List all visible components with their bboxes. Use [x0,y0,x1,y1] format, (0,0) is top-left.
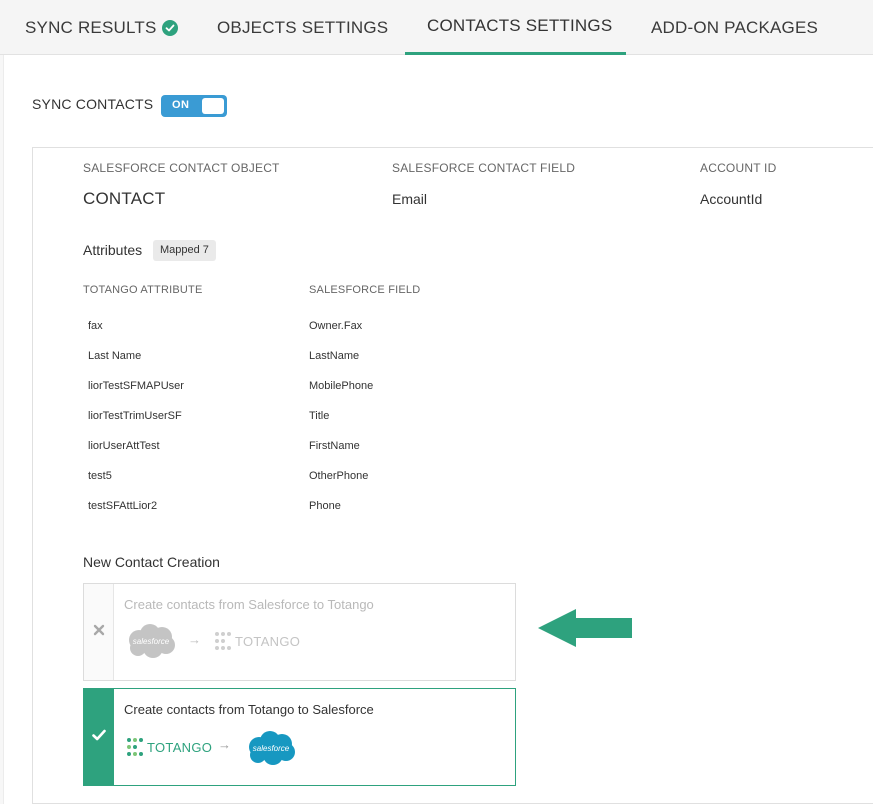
tab-label: ADD-ON PACKAGES [651,17,819,37]
arrow-left-icon [538,609,632,647]
totango-attribute-cell: liorUserAttTest [88,440,160,452]
salesforce-field-cell: MobilePhone [309,380,374,392]
totango-attribute-cell: Last Name [88,350,142,362]
toggle-knob [202,98,224,114]
arrow-right-icon: → [188,632,201,647]
check-circle-icon [161,19,178,36]
tab-label: CONTACTS SETTINGS [427,16,613,35]
totango-logo-icon: TOTANGO [127,738,212,756]
totango-attribute-cell: testSFAttLior2 [88,500,158,512]
contact-object-value: CONTACT [83,189,166,208]
header-contact-field: SALESFORCE CONTACT FIELD [392,161,576,175]
salesforce-field-cell: OtherPhone [309,470,369,482]
column-header-totango-attribute: TOTANGO ATTRIBUTE [83,284,203,296]
totango-attribute-cell: liorTestTrimUserSF [88,410,182,422]
mapped-count-badge: Mapped 7 [153,240,216,261]
column-header-salesforce-field: SALESFORCE FIELD [309,284,421,296]
salesforce-field-cell: LastName [309,350,360,362]
account-id-value: AccountId [700,191,763,207]
option-totango-to-salesforce[interactable]: Create contacts from Totango to Salesfor… [83,688,516,786]
option-indicator [84,689,114,785]
sync-contacts-label: SYNC CONTACTS [32,96,154,112]
sync-contacts-toggle[interactable]: ON [161,95,227,117]
salesforce-field-cell: Title [309,410,330,422]
option-label: Create contacts from Salesforce to Totan… [124,597,374,612]
check-icon [92,729,106,741]
tab-objects-settings[interactable]: OBJECTS SETTINGS [217,0,388,55]
salesforce-field-cell: Owner.Fax [309,320,363,332]
totango-attribute-cell: fax [88,320,103,332]
new-contact-creation-title: New Contact Creation [83,554,220,570]
salesforce-logo-icon: salesforce [245,729,297,772]
salesforce-field-cell: FirstName [309,440,360,452]
tab-label: OBJECTS SETTINGS [217,17,389,37]
header-account-id: ACCOUNT ID [700,161,777,175]
salesforce-logo-icon: salesforce [125,622,177,665]
option-label: Create contacts from Totango to Salesfor… [124,702,374,717]
totango-logo-text: TOTANGO [235,633,301,649]
salesforce-field-cell: Phone [309,500,341,512]
toggle-state: ON [172,99,190,111]
svg-text:salesforce: salesforce [133,637,170,646]
tab-label: SYNC RESULTS [25,17,157,37]
totango-logo-icon: TOTANGO [215,632,300,650]
tab-sync-results[interactable]: SYNC RESULTS [25,0,178,55]
contact-field-value: Email [392,191,428,207]
svg-text:salesforce: salesforce [253,744,290,753]
tab-contacts-settings[interactable]: CONTACTS SETTINGS [405,0,626,55]
option-salesforce-to-totango[interactable]: Create contacts from Salesforce to Totan… [83,583,516,681]
attributes-title: Attributes [83,242,143,258]
tab-bar: SYNC RESULTS OBJECTS SETTINGS CONTACTS S… [0,0,873,55]
tab-add-on-packages[interactable]: ADD-ON PACKAGES [651,0,818,55]
x-icon [93,624,105,636]
option-indicator [84,584,114,680]
arrow-right-icon: → [218,737,231,752]
totango-logo-text: TOTANGO [147,739,213,755]
header-contact-object: SALESFORCE CONTACT OBJECT [83,161,280,175]
totango-attribute-cell: liorTestSFMAPUser [88,380,184,392]
totango-attribute-cell: test5 [88,470,112,482]
